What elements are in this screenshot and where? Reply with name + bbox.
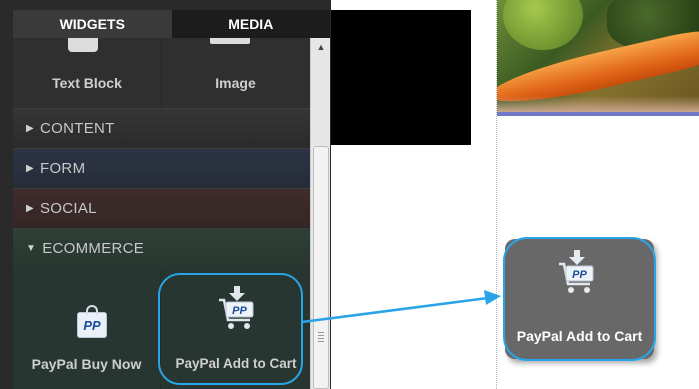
section-social[interactable]: ▶ SOCIAL bbox=[13, 188, 310, 228]
section-content-label: CONTENT bbox=[40, 120, 115, 137]
text-block-icon bbox=[68, 38, 98, 52]
widget-paypal-buy-now[interactable]: PP PayPal Buy Now bbox=[13, 268, 161, 389]
tab-media[interactable]: MEDIA bbox=[171, 10, 330, 38]
widget-paypal-buy-now-label: PayPal Buy Now bbox=[31, 356, 142, 372]
widget-image-label: Image bbox=[215, 75, 256, 91]
caret-right-icon: ▶ bbox=[26, 203, 34, 214]
panel-scrollbar[interactable]: ▲ bbox=[310, 38, 330, 389]
tab-widgets[interactable]: WIDGETS bbox=[13, 10, 172, 38]
panel-tabs: WIDGETS MEDIA bbox=[13, 10, 330, 38]
widget-list: Text Block Image ▶ CONTENT ▶ FORM ▶ SOCI… bbox=[13, 38, 310, 389]
selection-highlight-ring bbox=[158, 273, 303, 385]
image-icon bbox=[210, 38, 250, 44]
section-content[interactable]: ▶ CONTENT bbox=[13, 108, 310, 148]
section-social-label: SOCIAL bbox=[40, 200, 97, 217]
scroll-thumb[interactable] bbox=[313, 146, 329, 389]
widget-panel: WIDGETS MEDIA Text Block Image ▶ CONTENT… bbox=[0, 0, 331, 389]
section-form-label: FORM bbox=[40, 160, 86, 177]
drop-highlight-ring bbox=[503, 237, 656, 361]
scroll-grip-icon bbox=[318, 332, 324, 344]
paypal-bag-icon: PP bbox=[77, 305, 107, 338]
caret-right-icon: ▶ bbox=[26, 123, 34, 134]
widget-text-block-label: Text Block bbox=[52, 75, 122, 91]
photo-underline bbox=[497, 112, 699, 116]
scroll-up-arrow-icon[interactable]: ▲ bbox=[311, 38, 331, 56]
section-ecommerce-label: ECOMMERCE bbox=[42, 240, 145, 257]
ecommerce-widgets: PP PayPal Buy Now PP PayPal Add to Cart bbox=[13, 268, 310, 389]
caret-right-icon: ▶ bbox=[26, 163, 34, 174]
editor-stage: WIDGETS MEDIA Text Block Image ▶ CONTENT… bbox=[0, 0, 699, 389]
caret-down-icon: ▼ bbox=[26, 243, 37, 254]
vegetable-photo bbox=[497, 0, 699, 112]
widget-image[interactable]: Image bbox=[161, 38, 309, 108]
widget-text-block[interactable]: Text Block bbox=[13, 38, 161, 108]
black-content-block bbox=[331, 10, 471, 145]
section-ecommerce[interactable]: ▼ ECOMMERCE bbox=[13, 228, 310, 268]
section-form[interactable]: ▶ FORM bbox=[13, 148, 310, 188]
